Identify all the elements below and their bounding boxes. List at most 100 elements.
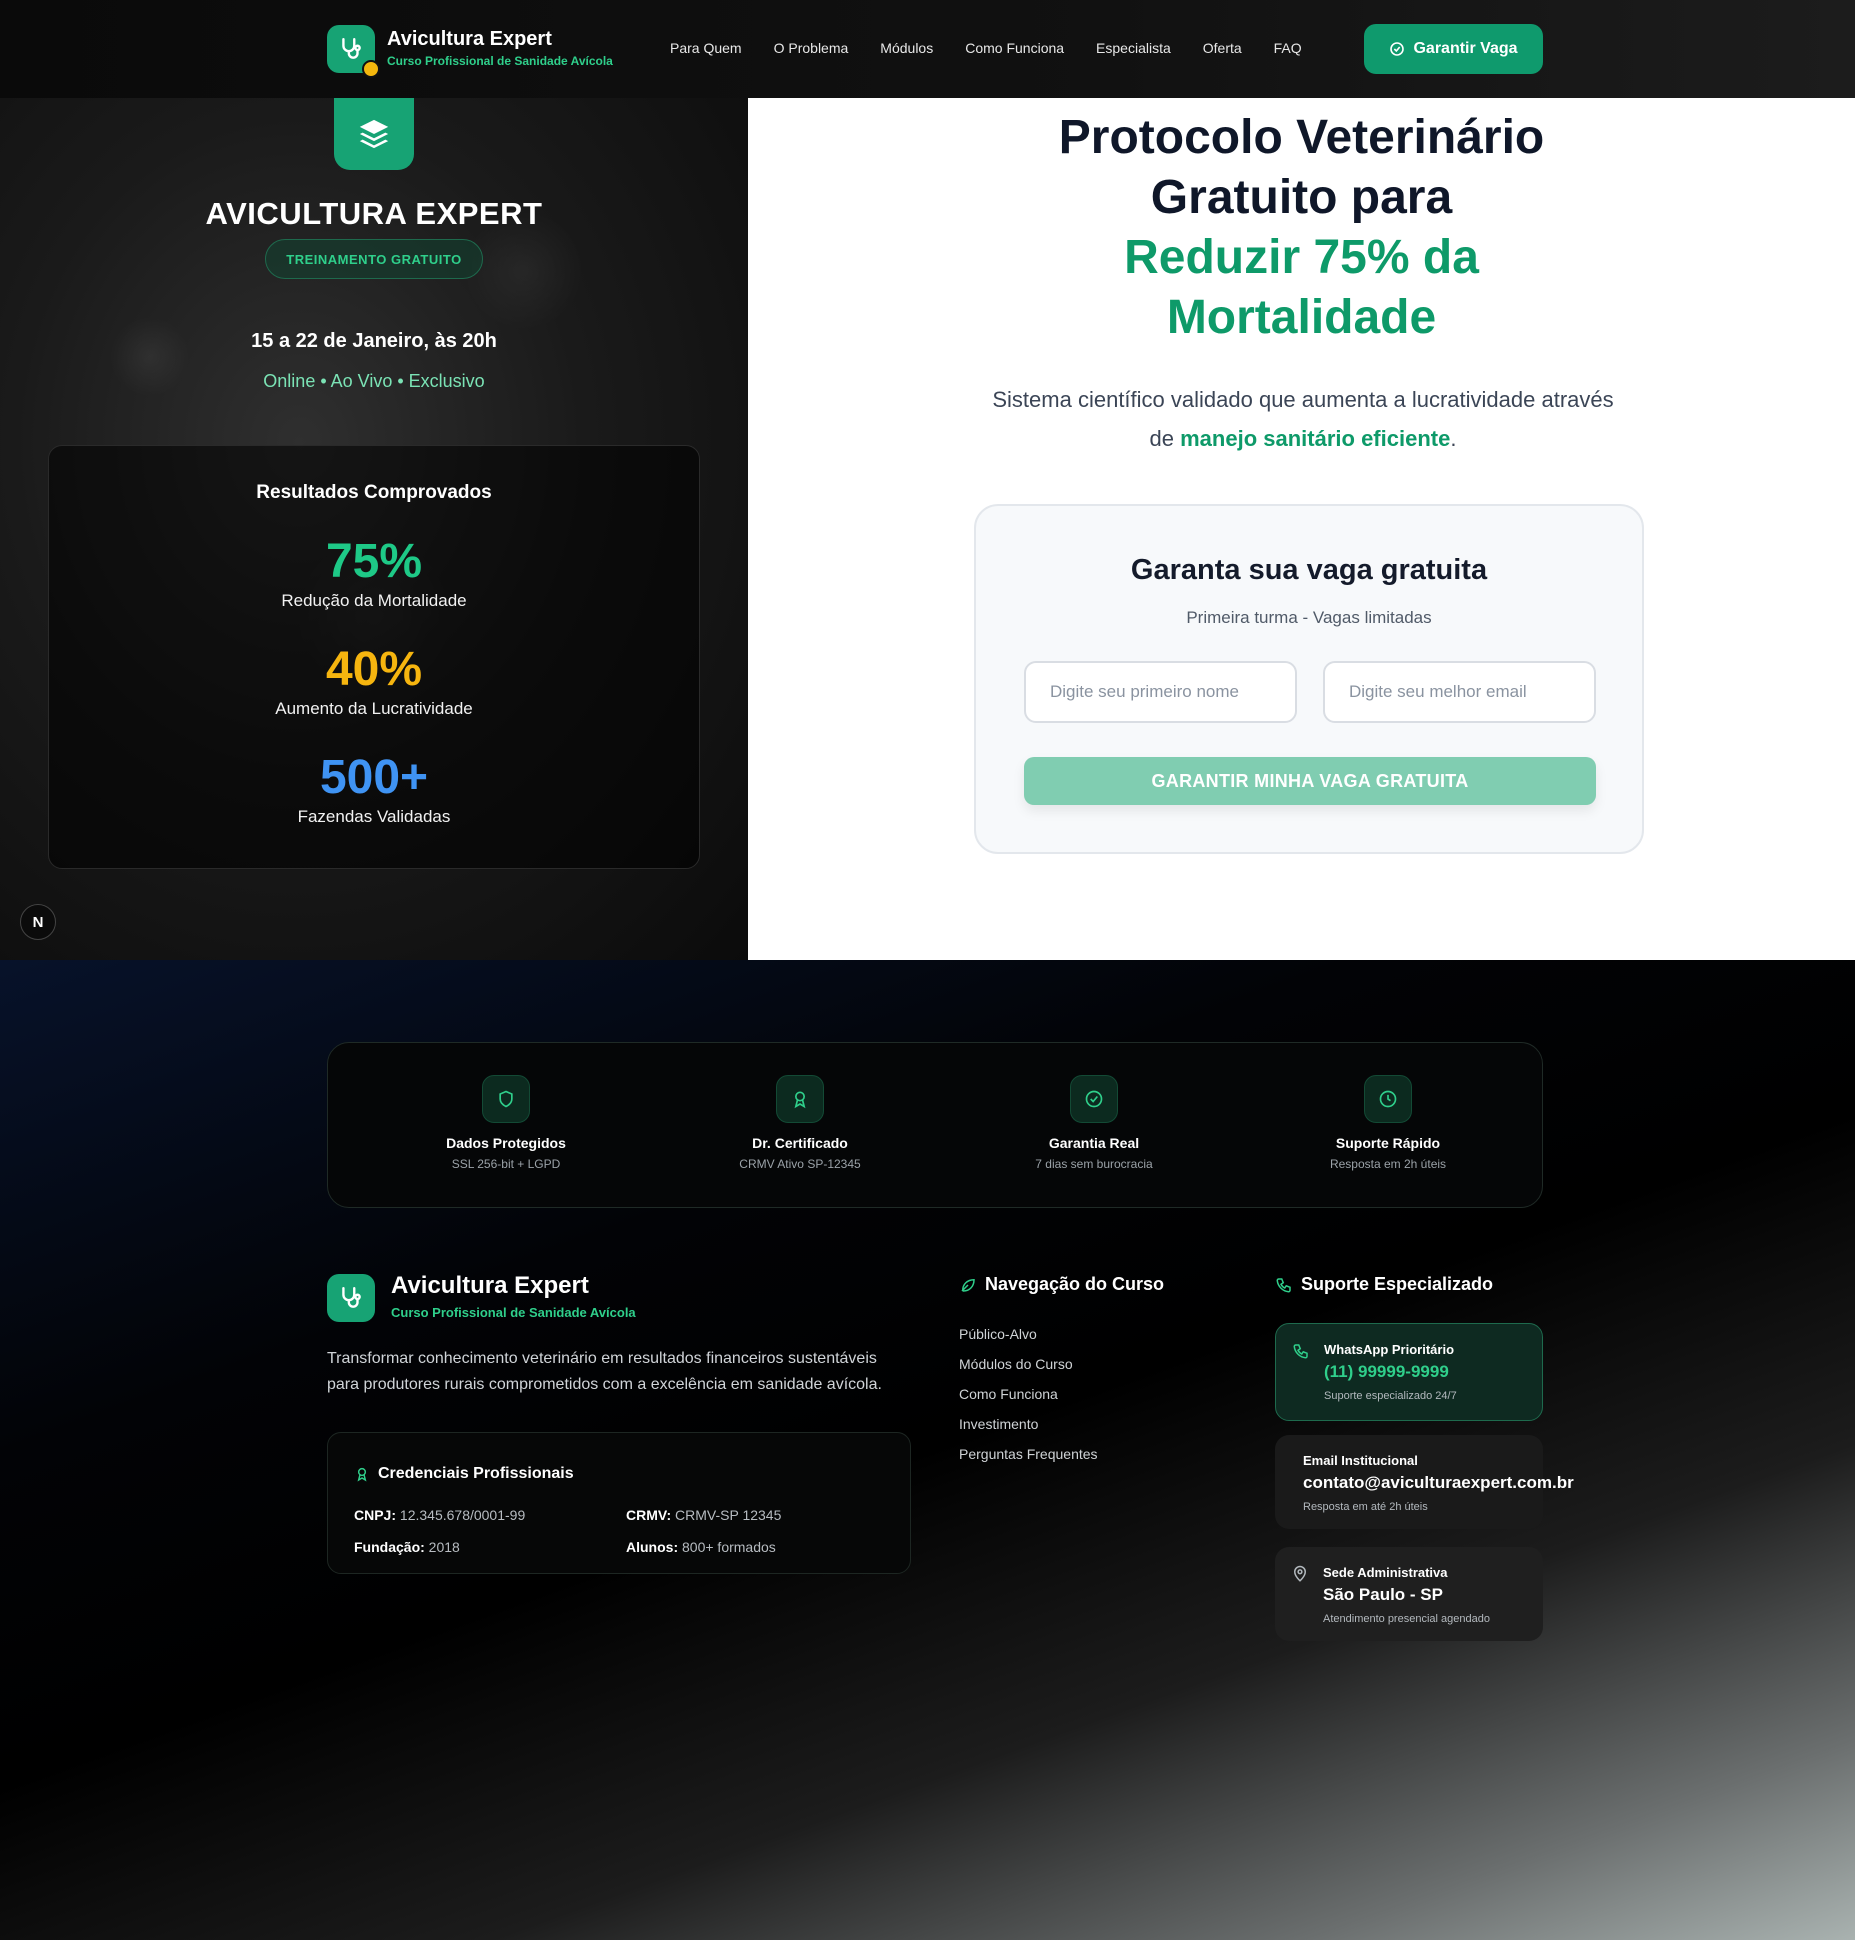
stethoscope-logo-icon[interactable] [327,1274,375,1322]
trust-bar: Dados Protegidos SSL 256-bit + LGPD Dr. … [327,1042,1543,1208]
credential-value: 12.345.678/0001-99 [399,1507,526,1523]
credential-value: 800+ formados [682,1539,776,1555]
headline-line-2: Gratuito para [1150,171,1453,224]
footer-brand: Avicultura Expert Curso Profissional de … [391,1272,636,1320]
support-whatsapp-card[interactable]: WhatsApp Prioritário (11) 99999-9999 Sup… [1275,1323,1543,1421]
stat-label: Redução da Mortalidade [281,591,467,610]
hero-left-panel: AVICULTURA EXPERT TREINAMENTO GRATUITO 1… [0,98,748,960]
cta-label: Garantir Vaga [1413,40,1518,57]
subtitle-end: . [1450,426,1457,451]
nav-link-faq[interactable]: FAQ [1274,40,1302,56]
footer-link-publico-alvo[interactable]: Público-Alvo [959,1326,1098,1342]
support-email-card[interactable]: Email Institucional contato@aviculturaex… [1275,1435,1574,1529]
stat-label: Fazendas Validadas [297,807,451,826]
trust-subtitle: CRMV Ativo SP-12345 [739,1157,861,1171]
layers-icon [334,98,414,170]
stat-label: Aumento da Lucratividade [275,699,473,718]
support-heading: Suporte Especializado [1275,1274,1493,1295]
footer-link-como-funciona[interactable]: Como Funciona [959,1386,1098,1402]
n-corner-badge[interactable]: N [20,904,56,940]
nav-link-oferta[interactable]: Oferta [1203,40,1242,56]
support-card-subtitle: Resposta em até 2h úteis [1303,1501,1428,1513]
clock-icon [1364,1075,1412,1123]
award-icon [357,1467,367,1482]
top-navbar: Avicultura Expert Curso Profissional de … [0,0,1855,98]
trust-title: Dr. Certificado [752,1135,848,1151]
event-date: 15 a 22 de Janeiro, às 20h [251,330,497,352]
check-circle-icon [1390,42,1405,56]
submit-button[interactable]: GARANTIR MINHA VAGA GRATUITA [1024,757,1596,805]
credential-value: 2018 [428,1539,460,1555]
footer-description: Transformar conhecimento veterinário em … [327,1350,882,1393]
hero-headline: Protocolo Veterinário Gratuito para Redu… [748,108,1855,348]
hero-left-title: AVICULTURA EXPERT [205,196,543,231]
subtitle-highlight: manejo sanitário eficiente [1180,426,1451,451]
results-title: Resultados Comprovados [256,482,492,503]
trust-item-data-protected: Dados Protegidos SSL 256-bit + LGPD [396,1075,616,1171]
award-badge-icon [362,60,380,78]
support-card-title: WhatsApp Prioritário [1324,1342,1455,1357]
stat-mortality: 75% Redução da Mortalidade [49,534,699,611]
stat-value: 500+ [319,751,429,804]
results-card: Resultados Comprovados 75% Redução da Mo… [48,445,700,869]
credentials-card: Credenciais Profissionais CNPJ: 12.345.6… [327,1432,911,1574]
credential-foundation: Fundação: 2018 [354,1539,460,1555]
credential-label: Fundação: [354,1539,425,1555]
footer-brand-title: Avicultura Expert [391,1272,589,1299]
guarantee-spot-button[interactable]: Garantir Vaga [1364,24,1543,74]
course-nav-title: Navegação do Curso [985,1274,1165,1294]
stethoscope-logo-icon[interactable] [327,25,380,78]
stat-farms: 500+ Fazendas Validadas [49,750,699,827]
support-card-title: Sede Administrativa [1323,1565,1448,1580]
headline-line-1: Protocolo Veterinário [1058,111,1545,164]
event-mode: Online • Ao Vivo • Exclusivo [263,371,485,391]
trust-item-support: Suporte Rápido Resposta em 2h úteis [1278,1075,1498,1171]
stat-value: 75% [325,535,423,588]
trust-title: Suporte Rápido [1335,1135,1441,1151]
leaf-icon [961,1278,975,1292]
credentials-title: Credenciais Profissionais [378,1465,574,1482]
whatsapp-number[interactable]: (11) 99999-9999 [1324,1362,1449,1382]
phone-icon [1293,1344,1308,1359]
hero-subtitle: Sistema científico validado que aumenta … [978,380,1628,458]
check-circle-icon [1070,1075,1118,1123]
footer-link-faq[interactable]: Perguntas Frequentes [959,1446,1098,1462]
footer-link-investimento[interactable]: Investimento [959,1416,1098,1432]
nav-link-o-problema[interactable]: O Problema [774,40,849,56]
nav-link-para-quem[interactable]: Para Quem [670,40,742,56]
course-nav-heading: Navegação do Curso [959,1274,1164,1295]
credential-cnpj: CNPJ: 12.345.678/0001-99 [354,1507,525,1523]
brand-subtitle: Curso Profissional de Sanidade Avícola [387,54,613,68]
first-name-input[interactable] [1024,661,1297,723]
address-value: São Paulo - SP [1323,1585,1443,1604]
credential-crmv: CRMV: CRMV-SP 12345 [626,1507,781,1523]
credential-label: CNPJ: [354,1507,397,1523]
hero-right-panel: Protocolo Veterinário Gratuito para Redu… [748,98,1855,960]
free-training-badge: TREINAMENTO GRATUITO [265,239,483,279]
shield-icon [482,1075,530,1123]
nav-links: Para Quem O Problema Módulos Como Funcio… [670,40,1334,56]
headline-line-4: Mortalidade [1166,291,1437,344]
credential-students: Alunos: 800+ formados [626,1539,776,1555]
brand-title: Avicultura Expert [387,28,552,50]
trust-item-certified: Dr. Certificado CRMV Ativo SP-12345 [690,1075,910,1171]
phone-icon [1276,1277,1291,1293]
email-input[interactable] [1323,661,1596,723]
course-nav-list: Público-Alvo Módulos do Curso Como Funci… [959,1326,1098,1476]
form-subtitle: Primeira turma - Vagas limitadas [1186,608,1432,627]
trust-subtitle: Resposta em 2h úteis [1329,1157,1447,1171]
email-address[interactable]: contato@aviculturaexpert.com.br [1303,1473,1574,1493]
trust-subtitle: 7 dias sem burocracia [1035,1157,1153,1171]
support-card-subtitle: Suporte especializado 24/7 [1324,1390,1457,1402]
nav-link-modulos[interactable]: Módulos [880,40,933,56]
award-icon [776,1075,824,1123]
support-card-subtitle: Atendimento presencial agendado [1323,1613,1490,1625]
headline-line-3: Reduzir 75% da [1124,231,1479,284]
signup-form-card: Garanta sua vaga gratuita Primeira turma… [974,504,1644,854]
support-title: Suporte Especializado [1301,1274,1494,1294]
nav-link-como-funciona[interactable]: Como Funciona [965,40,1064,56]
nav-link-especialista[interactable]: Especialista [1096,40,1171,56]
form-title: Garanta sua vaga gratuita [1130,554,1488,586]
footer-link-modulos[interactable]: Módulos do Curso [959,1356,1098,1372]
nav-brand[interactable]: Avicultura Expert Curso Profissional de … [387,28,613,68]
